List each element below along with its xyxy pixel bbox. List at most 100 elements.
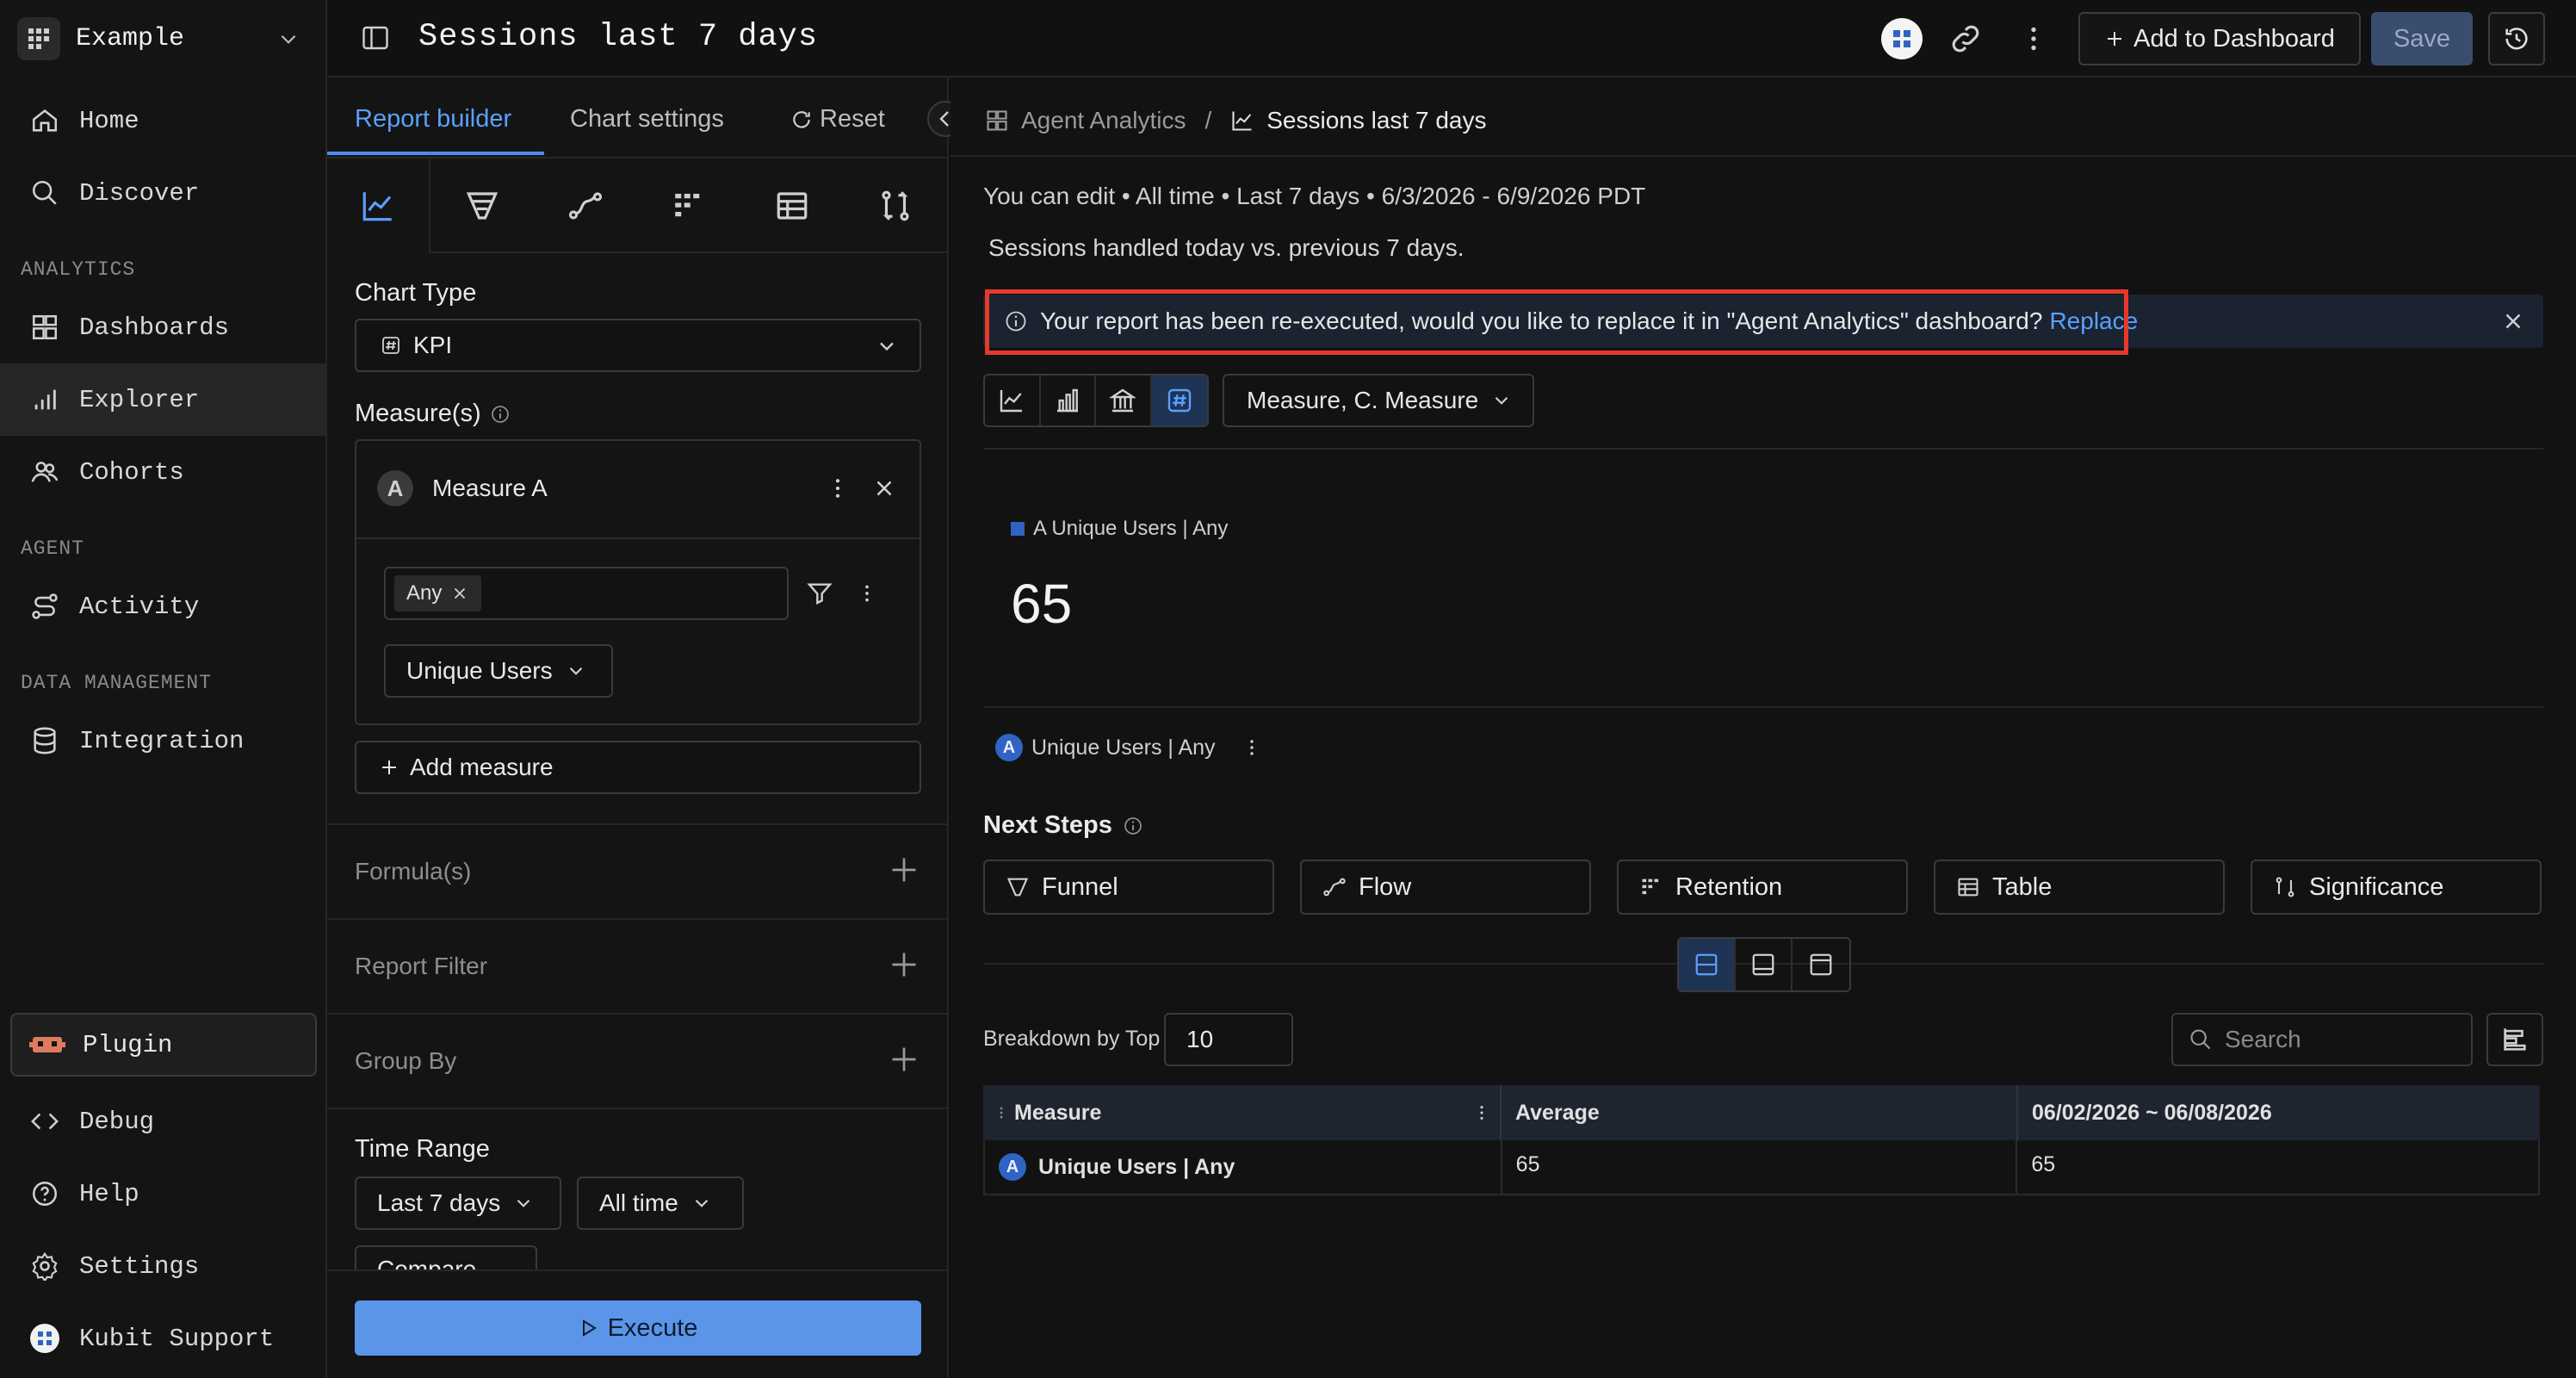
column-menu-icon[interactable] (1472, 1101, 1491, 1125)
next-step-funnel-button[interactable]: Funnel (983, 860, 1274, 915)
sidebar-item-kubit-support[interactable]: Kubit Support (0, 1302, 325, 1375)
workspace-grid-icon (17, 17, 60, 60)
execute-button[interactable]: Execute (355, 1300, 921, 1356)
divider (983, 706, 2543, 708)
report-filter-section[interactable]: Report Filter (327, 918, 947, 1011)
kubit-avatar-icon[interactable] (1880, 17, 1923, 60)
line-chart-icon (998, 387, 1025, 414)
breadcrumb-current: Sessions last 7 days (1266, 107, 1487, 133)
link-icon[interactable] (1947, 21, 1984, 57)
series-item[interactable]: A Unique Users | Any (995, 734, 1262, 761)
measure-card: A Measure A Any Unique Users (355, 439, 921, 725)
sidebar-item-plugin[interactable]: Plugin (10, 1013, 317, 1077)
sidebar-item-cohorts[interactable]: Cohorts (0, 436, 325, 508)
chart-type-select[interactable]: KPI (355, 319, 921, 372)
table-icon (1956, 875, 1980, 899)
next-step-label: Significance (2309, 872, 2444, 901)
tab-chart-settings[interactable]: Chart settings (570, 105, 724, 133)
close-icon[interactable] (2500, 308, 2526, 334)
sidebar-item-discover[interactable]: Discover (0, 157, 325, 229)
sidebar-item-label: Activity (79, 592, 200, 621)
table-header-average[interactable]: Average (1500, 1085, 2016, 1140)
report-type-retention[interactable] (637, 158, 740, 253)
sidebar-toggle-icon[interactable] (360, 22, 391, 53)
aggregation-select[interactable]: Unique Users (384, 644, 613, 698)
sidebar-item-label: Dashboards (79, 313, 230, 342)
table-header-measure[interactable]: Measure (983, 1085, 1500, 1140)
sidebar-item-activity[interactable]: Activity (0, 570, 325, 642)
chart-type-column[interactable] (1096, 376, 1152, 425)
sidebar-item-integration[interactable]: Integration (0, 705, 325, 777)
add-group-by-icon[interactable] (889, 1044, 920, 1075)
next-step-flow-button[interactable]: Flow (1300, 860, 1591, 915)
workspace-switcher[interactable]: Example (17, 12, 310, 65)
hash-icon (1166, 387, 1193, 414)
more-vertical-icon[interactable] (2018, 21, 2049, 57)
report-type-table[interactable] (740, 158, 844, 253)
column-settings-icon (2500, 1025, 2530, 1054)
sidebar-item-home[interactable]: Home (0, 84, 325, 157)
report-meta: You can edit • All time • Last 7 days • … (983, 183, 1646, 209)
sidebar-item-label: Help (79, 1179, 139, 1208)
history-button[interactable] (2488, 12, 2545, 65)
table-row[interactable]: A Unique Users | Any 65 65 (983, 1140, 2540, 1195)
tab-report-builder[interactable]: Report builder (355, 105, 511, 133)
formulas-section[interactable]: Formula(s) (327, 823, 947, 916)
add-measure-button[interactable]: Add measure (355, 741, 921, 794)
series-menu-icon[interactable] (1242, 736, 1262, 760)
chart-type-toggle (983, 374, 1209, 427)
search-input[interactable]: Search (2171, 1013, 2473, 1066)
layout-top-button[interactable] (1793, 939, 1849, 990)
reset-label: Reset (820, 105, 885, 133)
save-button[interactable]: Save (2371, 12, 2473, 65)
add-formula-icon[interactable] (889, 854, 920, 885)
report-type-insights[interactable] (327, 158, 430, 253)
report-type-significance[interactable] (844, 158, 947, 253)
column-settings-button[interactable] (2486, 1013, 2543, 1066)
layout-toggle (1677, 937, 1851, 992)
time-scope-select[interactable]: All time (577, 1176, 744, 1230)
measure-name[interactable]: Measure A (432, 475, 548, 502)
time-range-select[interactable]: Last 7 days (355, 1176, 561, 1230)
next-step-significance-button[interactable]: Significance (2251, 860, 2542, 915)
measure-menu-icon[interactable] (825, 475, 851, 501)
table-header-period[interactable]: 06/02/2026 ~ 06/08/2026 (2016, 1085, 2540, 1140)
history-icon (2502, 24, 2531, 53)
measures-heading: Measure(s) (355, 400, 511, 428)
close-icon[interactable] (450, 584, 469, 603)
next-step-table-button[interactable]: Table (1934, 860, 2225, 915)
filter-icon[interactable] (806, 579, 833, 606)
report-type-flow[interactable] (534, 158, 637, 253)
chart-type-bar[interactable] (1041, 376, 1096, 425)
cell-measure: A Unique Users | Any (985, 1140, 1501, 1194)
breadcrumb-parent-link[interactable]: Agent Analytics (1021, 107, 1186, 134)
sidebar-item-settings[interactable]: Settings (0, 1230, 325, 1302)
layout-bottom-button[interactable] (1736, 939, 1793, 990)
group-by-section[interactable]: Group By (327, 1013, 947, 1106)
filter-menu-icon[interactable] (856, 580, 878, 606)
measure-select[interactable]: Measure, C. Measure (1223, 374, 1534, 427)
sidebar-item-dashboards[interactable]: Dashboards (0, 291, 325, 363)
sidebar-item-help[interactable]: Help (0, 1158, 325, 1230)
add-report-filter-icon[interactable] (889, 949, 920, 980)
bank-icon (1109, 387, 1137, 414)
chevron-down-icon (565, 660, 587, 682)
drag-handle-icon[interactable] (997, 1104, 1006, 1121)
kpi-legend: A Unique Users | Any (1011, 517, 1228, 541)
filter-chip[interactable]: Any (394, 575, 482, 611)
report-type-funnel[interactable] (430, 158, 534, 253)
chart-type-line[interactable] (985, 376, 1041, 425)
sidebar-item-explorer[interactable]: Explorer (0, 363, 325, 436)
next-step-retention-button[interactable]: Retention (1617, 860, 1908, 915)
reset-button[interactable]: Reset (790, 105, 885, 133)
add-to-dashboard-button[interactable]: Add to Dashboard (2078, 12, 2361, 65)
layout-split-icon (1694, 952, 1719, 978)
active-tab-indicator (327, 152, 544, 155)
sidebar-item-debug[interactable]: Debug (0, 1085, 325, 1158)
search-icon (2189, 1027, 2213, 1052)
breakdown-top-input[interactable]: 10 (1164, 1013, 1293, 1066)
event-filter-input[interactable]: Any (384, 567, 789, 620)
layout-split-button[interactable] (1679, 939, 1736, 990)
remove-measure-icon[interactable] (871, 475, 897, 501)
chart-type-kpi[interactable] (1151, 376, 1207, 425)
